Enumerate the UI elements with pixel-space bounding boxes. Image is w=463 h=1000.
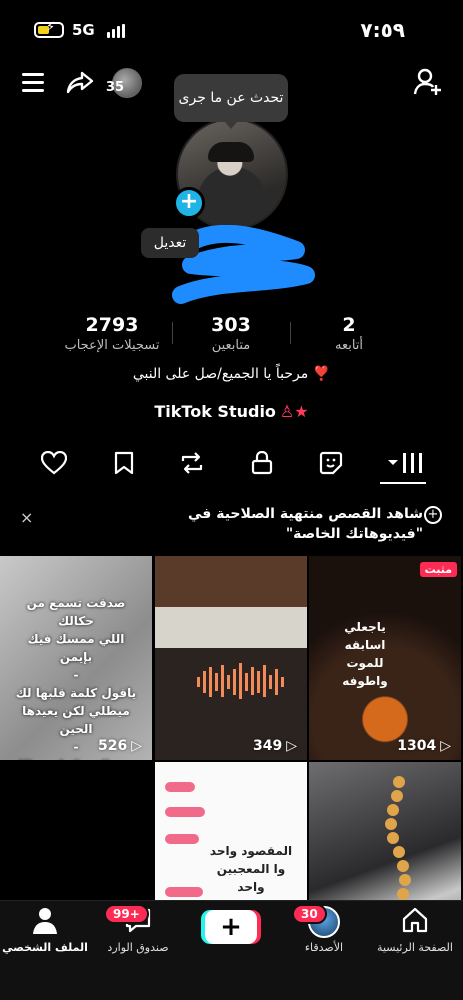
- followers-count: 303: [211, 314, 251, 336]
- video-thumbnail[interactable]: صدقت تسمع من حكالك اللي ممسك فيك بإيمن -…: [0, 556, 152, 760]
- nav-home-label: الصفحة الرئيسية: [377, 941, 453, 954]
- studio-label: TikTok Studio: [154, 402, 276, 421]
- video-overlay-text: المقصود واحد وا المعجبين واحد: [209, 844, 293, 894]
- profile-person-icon: [33, 908, 57, 934]
- play-icon: ▷: [131, 738, 142, 754]
- likes-count: 2793: [85, 314, 139, 336]
- view-count: 1304 ▷: [397, 738, 451, 754]
- note-prompt: تحدث عن ما جرى: [178, 90, 284, 106]
- tiktok-studio-link[interactable]: TikTok Studio ♙★: [0, 402, 463, 421]
- view-count: 349 ▷: [253, 738, 297, 754]
- favorites-tab-bookmark-icon[interactable]: [109, 448, 139, 478]
- following-number: 2: [342, 314, 356, 336]
- banner-text-line2: "فيديوهاتك الخاصة": [285, 526, 423, 542]
- bio[interactable]: مرحباً يا الجميع/صل على النبي ❣️: [0, 366, 463, 382]
- create-button[interactable]: +: [205, 910, 257, 944]
- banner-text-line1: شاهد القصص منتهية الصلاحية في: [188, 506, 423, 522]
- following-label: أتابعه: [334, 338, 364, 353]
- reposts-tab-repost-icon[interactable]: [177, 448, 207, 478]
- videos-tab-grid-icon[interactable]: [386, 448, 426, 478]
- video-overlay-text: صدقت تسمع من حكالك اللي ممسك فيك بإيمن -…: [12, 596, 140, 760]
- add-avatar-plus-icon[interactable]: +: [173, 187, 205, 219]
- clock: ٧:٥٩: [360, 18, 405, 42]
- play-icon: ▷: [440, 738, 451, 754]
- view-count-number: 526: [97, 738, 128, 754]
- note-bubble[interactable]: تحدث عن ما جرى: [174, 74, 288, 129]
- likes-label: تسجيلات الإعجاب: [64, 338, 160, 353]
- pink-mark: [165, 834, 199, 844]
- profile-tabs: [0, 440, 463, 484]
- edit-label: تعديل: [153, 235, 187, 251]
- status-bar: ⚡ 5G ٧:٥٩: [0, 0, 463, 60]
- signal-icon: [107, 24, 125, 38]
- friends-badge: 30: [292, 904, 327, 924]
- following-stat[interactable]: 2 أتابعه: [289, 314, 409, 353]
- pink-mark: [165, 887, 203, 897]
- play-icon: ▷: [286, 738, 297, 754]
- inbox-badge: 99+: [104, 904, 149, 924]
- active-tab-indicator: [380, 482, 426, 484]
- add-friend-icon[interactable]: [412, 66, 444, 98]
- liked-tab-heart-icon[interactable]: [39, 448, 69, 478]
- video-thumbnail[interactable]: مثبت ياجعلي اسابقه للموت واطوفه 1304 ▷: [309, 556, 461, 760]
- pinned-badge: مثبت: [419, 562, 457, 577]
- view-count-number: 1304: [397, 738, 437, 754]
- edit-button[interactable]: تعديل: [141, 228, 199, 258]
- menu-icon[interactable]: [20, 70, 48, 94]
- share-icon[interactable]: [64, 66, 96, 98]
- pink-mark: [165, 782, 195, 792]
- banner-close-icon[interactable]: ×: [20, 508, 33, 527]
- video-overlay-text: ياجعلي اسابقه للموت واطوفه: [342, 620, 388, 688]
- followers-label: متابعين: [211, 338, 251, 353]
- likes-stat[interactable]: 2793 تسجيلات الإعجاب: [52, 314, 172, 353]
- studio-person-star-icon: ♙★: [279, 402, 309, 421]
- nav-profile[interactable]: [0, 906, 90, 938]
- nav-profile-label: الملف الشخصي: [2, 941, 88, 954]
- private-tab-lock-icon[interactable]: [247, 448, 277, 478]
- battery-icon: ⚡: [34, 20, 64, 38]
- nav-friends-label[interactable]: الأصدقاء: [279, 941, 369, 954]
- view-count-number: 349: [252, 738, 283, 754]
- view-count: 526 ▷: [98, 738, 142, 754]
- home-icon: [402, 907, 428, 933]
- banner-text: شاهد القصص منتهية الصلاحية في "فيديوهاتك…: [163, 504, 423, 544]
- video-thumbnail[interactable]: 349 ▷: [155, 556, 307, 760]
- pink-mark: [165, 807, 205, 817]
- nav-home[interactable]: [370, 906, 460, 938]
- stickers-tab-smile-sticker-icon[interactable]: [316, 448, 346, 478]
- network-type: 5G: [72, 21, 95, 39]
- following-count: 35: [106, 80, 125, 95]
- nav-inbox-label: صندوق الوارد: [107, 941, 169, 954]
- audio-waveform: [197, 663, 284, 699]
- add-circle-icon: +: [424, 506, 442, 524]
- followers-stat[interactable]: 303 متابعين: [171, 314, 291, 353]
